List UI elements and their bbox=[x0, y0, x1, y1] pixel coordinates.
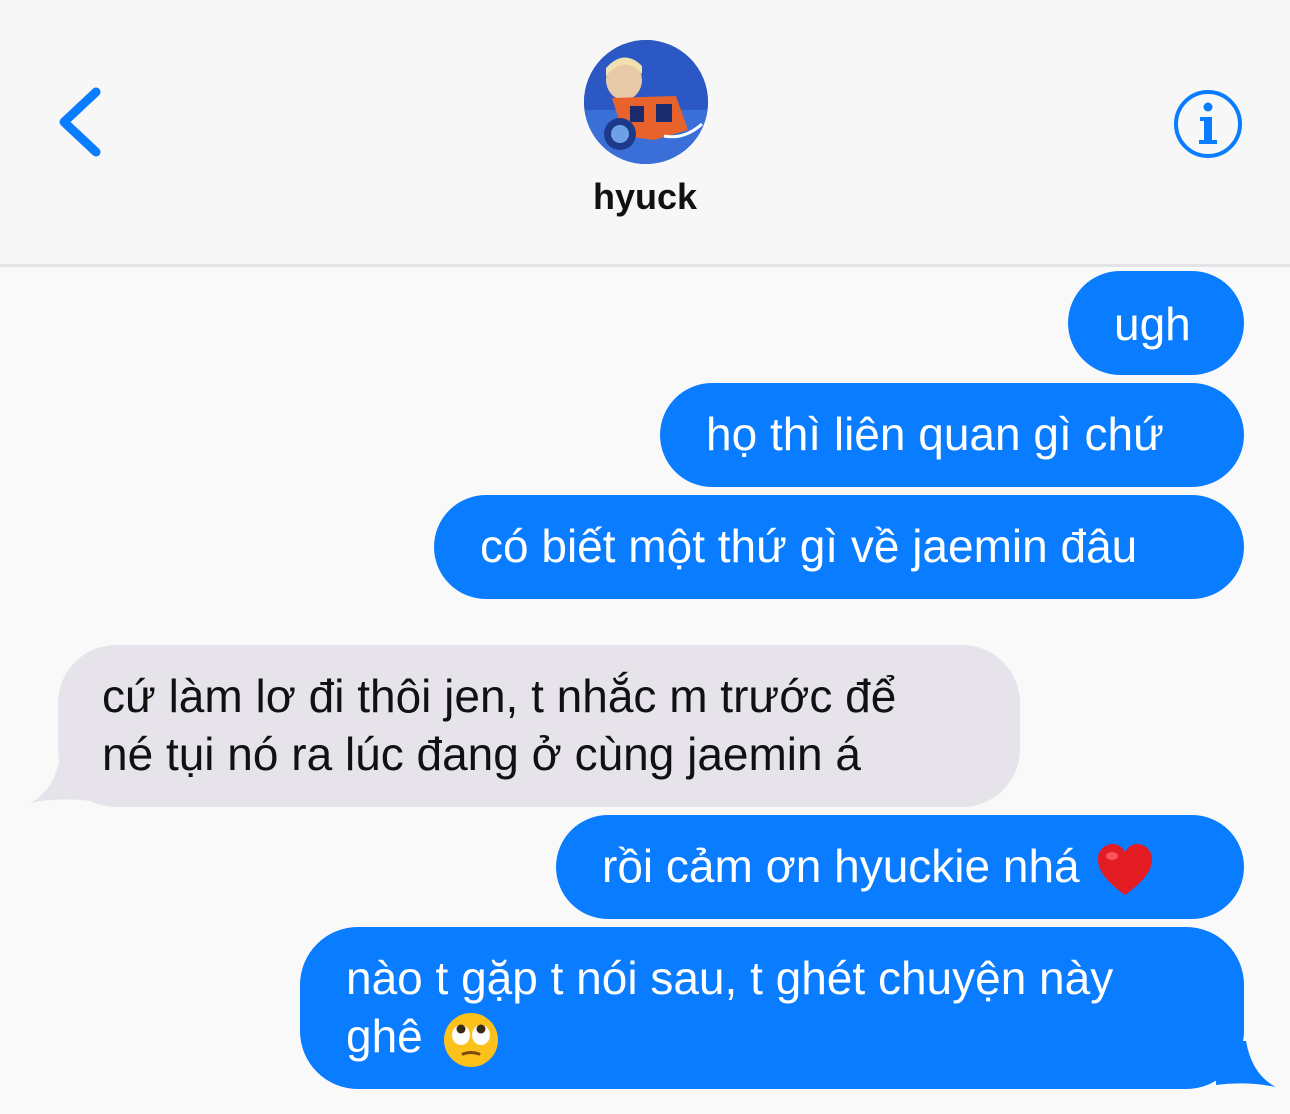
avatar-photo bbox=[584, 40, 708, 164]
contact-name[interactable]: hyuck bbox=[0, 176, 1290, 218]
sent-message-bubble[interactable]: ugh bbox=[1068, 271, 1244, 375]
message-text: ugh bbox=[1114, 298, 1191, 350]
message-text-line: cứ làm lơ đi thôi jen, t nhắc m trước để bbox=[102, 670, 897, 722]
message-text: rồi cảm ơn hyuckie nhá bbox=[602, 840, 1080, 892]
back-button[interactable] bbox=[52, 86, 112, 158]
chevron-left-icon bbox=[59, 87, 101, 157]
sent-message-bubble[interactable]: nào t gặp t nói sau, t ghét chuyện này g… bbox=[300, 927, 1244, 1089]
conversation-header: hyuck bbox=[0, 0, 1290, 267]
message-text-line: né tụi nó ra lúc đang ở cùng jaemin á bbox=[102, 728, 861, 780]
red-heart-icon bbox=[1098, 843, 1153, 895]
eye-roll-emoji-icon bbox=[443, 1012, 498, 1067]
message-text: họ thì liên quan gì chứ bbox=[706, 408, 1164, 460]
sent-message-bubble[interactable]: họ thì liên quan gì chứ bbox=[660, 383, 1244, 487]
message-text-line: nào t gặp t nói sau, t ghét chuyện này bbox=[346, 952, 1114, 1004]
message-text-line: ghê bbox=[346, 1007, 1244, 1069]
message-thread[interactable]: ugh họ thì liên quan gì chứ có biết một … bbox=[0, 267, 1290, 1114]
info-circle-icon bbox=[1174, 90, 1242, 158]
message-text: có biết một thứ gì về jaemin đâu bbox=[480, 520, 1138, 572]
received-bubble-tail bbox=[30, 757, 90, 803]
message-text: ghê bbox=[346, 1010, 423, 1062]
sent-bubble-tail bbox=[1216, 1041, 1276, 1087]
received-message-bubble[interactable]: cứ làm lơ đi thôi jen, t nhắc m trước để… bbox=[58, 645, 1020, 807]
contact-avatar[interactable] bbox=[584, 40, 708, 164]
sent-message-bubble[interactable]: có biết một thứ gì về jaemin đâu bbox=[434, 495, 1244, 599]
sent-message-bubble[interactable]: rồi cảm ơn hyuckie nhá bbox=[556, 815, 1244, 919]
info-button[interactable] bbox=[1172, 88, 1244, 160]
